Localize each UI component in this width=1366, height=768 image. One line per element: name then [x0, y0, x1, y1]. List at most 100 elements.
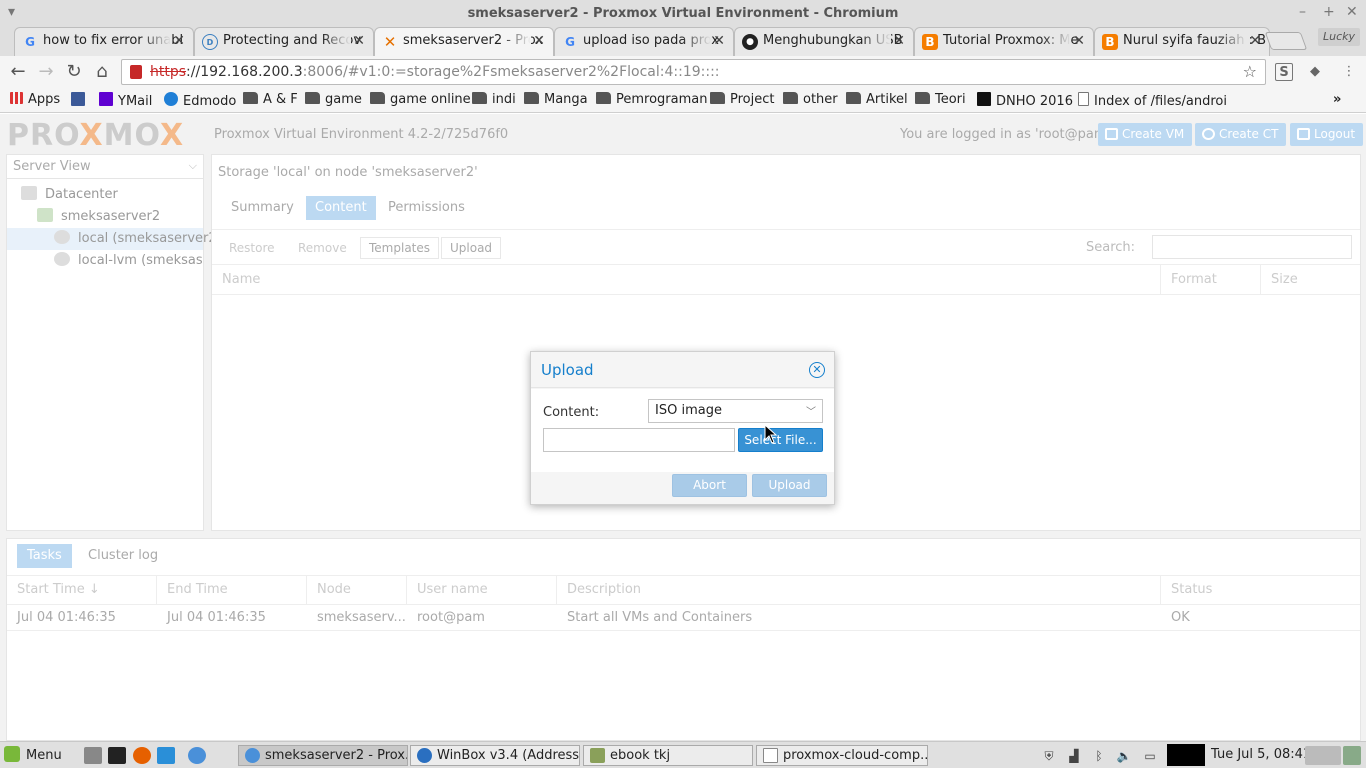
taskbar-window-ebook[interactable]: ebook tkj [583, 745, 753, 766]
network-signal-icon[interactable]: ▟ [1066, 748, 1082, 764]
chrome-menu-icon[interactable]: ⋮ [1340, 63, 1358, 81]
close-tab-icon[interactable]: ✕ [713, 33, 725, 49]
bookmarks-more-button[interactable]: » [1333, 92, 1341, 107]
column-user[interactable]: User name [407, 576, 557, 604]
bookmark-folder[interactable]: Project [710, 92, 774, 107]
tab-content[interactable]: Content [306, 196, 376, 220]
battery-icon[interactable]: ▭ [1142, 748, 1158, 764]
column-format[interactable]: Format [1160, 265, 1260, 295]
taskbar-window-document[interactable]: proxmox-cloud-comp... [756, 745, 928, 766]
column-name[interactable]: Name [212, 265, 1160, 295]
browser-tab-active[interactable]: ✕ smeksaserver2 - Prox ✕ [374, 27, 554, 56]
bookmark-folder[interactable]: game online [370, 92, 471, 107]
bookmark-edmodo[interactable]: Edmodo [164, 92, 236, 109]
logout-button[interactable]: Logout [1290, 123, 1364, 146]
tab-tasks[interactable]: Tasks [17, 544, 72, 568]
close-tab-icon[interactable]: ✕ [533, 33, 545, 49]
chromium-icon[interactable] [188, 747, 206, 764]
browser-tab[interactable]: D Protecting and Recov ✕ [194, 27, 374, 56]
tree-item-storage-local[interactable]: local (smeksaserver2) [7, 228, 222, 250]
content-type-select[interactable]: ISO image ﹀ [648, 399, 823, 423]
file-path-input[interactable] [543, 428, 735, 452]
column-size[interactable]: Size [1260, 265, 1360, 295]
firefox-icon[interactable] [133, 747, 151, 764]
close-icon[interactable]: ✕ [809, 362, 825, 378]
terminal-icon[interactable] [108, 747, 126, 764]
close-window-icon[interactable]: ✕ [1346, 4, 1358, 20]
cell-description: Start all VMs and Containers [567, 610, 753, 625]
tree-item-datacenter[interactable]: Datacenter [21, 184, 118, 206]
bookmark-folder[interactable]: indi [472, 92, 516, 107]
column-node[interactable]: Node [307, 576, 407, 604]
upload-button[interactable]: Upload [441, 237, 502, 259]
select-file-button[interactable]: Select File... [738, 428, 823, 452]
address-bar[interactable]: https://192.168.200.3:8006/#v1:0:=storag… [121, 59, 1266, 85]
tree-item-node[interactable]: smeksaserver2 [37, 206, 160, 228]
bluetooth-icon[interactable]: ᛒ [1091, 748, 1107, 764]
bookmark-index[interactable]: Index of /files/androi [1078, 92, 1227, 109]
column-description[interactable]: Description [557, 576, 1161, 604]
close-tab-icon[interactable]: ✕ [1249, 33, 1261, 49]
close-tab-icon[interactable]: ✕ [353, 33, 365, 49]
start-menu-button[interactable]: Menu [4, 746, 62, 763]
column-end-time[interactable]: End Time [157, 576, 307, 604]
upload-submit-button[interactable]: Upload [752, 474, 827, 497]
back-arrow-icon[interactable]: ← [7, 61, 29, 83]
folder-icon [783, 92, 798, 104]
home-icon[interactable]: ⌂ [91, 61, 113, 83]
forward-arrow-icon[interactable]: → [35, 61, 57, 83]
volume-icon[interactable]: 🔈 [1116, 748, 1132, 764]
extension-puzzle-icon[interactable]: ◆ [1306, 63, 1324, 81]
workspace-switcher[interactable] [1305, 746, 1341, 765]
bookmark-dnho[interactable]: DNHO 2016 [977, 92, 1073, 109]
close-tab-icon[interactable]: ✕ [893, 33, 905, 49]
bookmark-ymail[interactable]: YMail [99, 92, 152, 109]
show-desktop-icon[interactable] [84, 747, 102, 764]
new-tab-button[interactable] [1264, 32, 1308, 50]
bookmark-star-icon[interactable]: ☆ [1243, 62, 1257, 81]
shield-icon[interactable]: ⛨ [1041, 748, 1057, 764]
bookmark-folder[interactable]: Manga [524, 92, 588, 107]
server-view-select[interactable]: Server View ⌵ [7, 155, 203, 179]
insecure-lock-icon[interactable] [130, 65, 142, 79]
bookmark-facebook[interactable] [71, 92, 90, 109]
taskbar-window-winbox[interactable]: WinBox v3.4 (Address... [410, 745, 580, 766]
create-vm-button[interactable]: Create VM [1098, 123, 1193, 146]
browser-tab[interactable]: ● Menghubungkan USB ✕ [734, 27, 914, 56]
maximize-icon[interactable]: + [1323, 4, 1335, 20]
tab-cluster-log[interactable]: Cluster log [78, 544, 168, 568]
close-tab-icon[interactable]: ✕ [1073, 33, 1085, 49]
column-start-time[interactable]: Start Time ↓ [7, 576, 157, 604]
remove-button[interactable]: Remove [289, 237, 356, 259]
tree-item-storage-lvm[interactable]: local-lvm (smeksaserver2) [54, 250, 203, 272]
browser-tab[interactable]: G how to fix error unabl ✕ [14, 27, 194, 56]
bookmark-folder[interactable]: other [783, 92, 838, 107]
create-ct-button[interactable]: Create CT [1195, 123, 1287, 146]
taskbar-window-chromium[interactable]: smeksaserver2 - Prox... [238, 745, 408, 766]
browser-tab[interactable]: B Nurul syifa fauziah : B ✕ [1094, 27, 1270, 56]
bookmark-apps[interactable]: Apps [10, 92, 60, 107]
bookmark-folder[interactable]: Pemrograman [596, 92, 707, 107]
show-desktop-corner-icon[interactable] [1343, 746, 1361, 765]
browser-tab[interactable]: G upload iso pada prox ✕ [554, 27, 734, 56]
reload-icon[interactable]: ↻ [63, 61, 85, 83]
search-input[interactable] [1152, 235, 1352, 259]
bookmark-folder[interactable]: game [305, 92, 362, 107]
tab-summary[interactable]: Summary [222, 196, 303, 220]
browser-tab[interactable]: B Tutorial Proxmox: Me ✕ [914, 27, 1094, 56]
abort-button[interactable]: Abort [672, 474, 747, 497]
bookmark-folder[interactable]: A & F [243, 92, 298, 107]
minimize-icon[interactable]: – [1299, 4, 1306, 20]
column-status[interactable]: Status [1161, 576, 1360, 604]
templates-button[interactable]: Templates [360, 237, 440, 259]
extension-s-icon[interactable]: S [1275, 63, 1293, 81]
profile-badge[interactable]: Lucky [1318, 28, 1360, 46]
restore-button[interactable]: Restore [220, 237, 284, 259]
close-tab-icon[interactable]: ✕ [173, 33, 185, 49]
tab-permissions[interactable]: Permissions [379, 196, 474, 220]
app-launcher-icon[interactable] [157, 747, 175, 764]
clock[interactable]: Tue Jul 5, 08:41 [1211, 747, 1311, 762]
bookmark-folder[interactable]: Teori [915, 92, 966, 107]
bookmark-folder[interactable]: Artikel [846, 92, 908, 107]
table-row[interactable]: Jul 04 01:46:35 Jul 04 01:46:35 smeksase… [7, 605, 1360, 631]
